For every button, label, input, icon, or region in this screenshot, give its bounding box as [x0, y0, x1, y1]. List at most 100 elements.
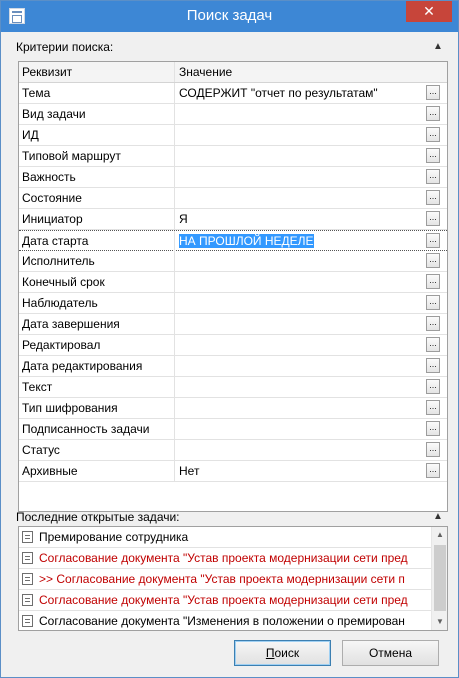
criteria-value-cell[interactable] [176, 293, 425, 313]
scroll-up-arrow-icon[interactable]: ▲ [432, 527, 447, 543]
criteria-name-cell[interactable]: Вид задачи [19, 104, 175, 124]
recent-task-item[interactable]: Согласование документа "Устав проекта мо… [19, 548, 431, 569]
ellipsis-button[interactable]: ... [426, 85, 440, 100]
criteria-value-cell[interactable] [176, 104, 425, 124]
criteria-row[interactable]: Тип шифрования... [19, 398, 447, 419]
criteria-value-cell[interactable] [176, 167, 425, 187]
recent-task-item[interactable]: Согласование документа "Устав проекта мо… [19, 590, 431, 611]
criteria-row[interactable]: Инициатор Я... [19, 209, 447, 230]
criteria-name-cell[interactable]: Тип шифрования [19, 398, 175, 418]
ellipsis-button[interactable]: ... [426, 127, 440, 142]
criteria-name-cell[interactable]: Наблюдатель [19, 293, 175, 313]
criteria-value-cell[interactable] [176, 335, 425, 355]
criteria-name-cell[interactable]: Конечный срок [19, 272, 175, 292]
criteria-name-cell[interactable]: Инициатор [19, 209, 175, 229]
criteria-row[interactable]: Дата старта НА ПРОШЛОЙ НЕДЕЛЕ... [19, 230, 447, 251]
criteria-name-cell[interactable]: Типовой маршрут [19, 146, 175, 166]
ellipsis-button[interactable]: ... [426, 211, 440, 226]
criteria-value-cell[interactable]: НА ПРОШЛОЙ НЕДЕЛЕ [176, 231, 425, 251]
criteria-row[interactable]: Типовой маршрут... [19, 146, 447, 167]
close-button[interactable]: ✕ [406, 1, 452, 22]
criteria-name-cell[interactable]: Подписанность задачи [19, 419, 175, 439]
ellipsis-button[interactable]: ... [426, 148, 440, 163]
criteria-name-cell[interactable]: Текст [19, 377, 175, 397]
ellipsis-button[interactable]: ... [426, 274, 440, 289]
criteria-value-cell[interactable]: СОДЕРЖИТ "отчет по результатам" [176, 83, 425, 103]
criteria-name-cell[interactable]: Архивные [19, 461, 175, 481]
criteria-header-label: Критерии поиска: [16, 40, 114, 54]
criteria-row[interactable]: Тема СОДЕРЖИТ "отчет по результатам"... [19, 83, 447, 104]
criteria-row[interactable]: Подписанность задачи... [19, 419, 447, 440]
criteria-name-cell[interactable]: ИД [19, 125, 175, 145]
criteria-value-cell[interactable] [176, 188, 425, 208]
column-header-name[interactable]: Реквизит [19, 62, 175, 82]
criteria-value-cell[interactable] [176, 314, 425, 334]
ellipsis-button[interactable]: ... [426, 379, 440, 394]
recent-task-item[interactable]: Премирование сотрудника [19, 527, 431, 548]
scroll-thumb[interactable] [434, 545, 446, 611]
ellipsis-button[interactable]: ... [426, 169, 440, 184]
criteria-row[interactable]: Важность... [19, 167, 447, 188]
criteria-row[interactable]: Состояние... [19, 188, 447, 209]
criteria-value-cell[interactable] [176, 251, 425, 271]
criteria-row[interactable]: Наблюдатель... [19, 293, 447, 314]
criteria-value-cell[interactable] [176, 419, 425, 439]
criteria-value-cell[interactable] [176, 440, 425, 460]
title-bar[interactable]: Поиск задач ✕ [1, 1, 458, 32]
chevron-up-icon[interactable]: ▲ [432, 508, 444, 526]
recent-list-scrollbar[interactable]: ▲ ▼ [431, 527, 447, 630]
criteria-value-cell[interactable] [176, 356, 425, 376]
criteria-value-cell[interactable]: Я [176, 209, 425, 229]
criteria-value-cell[interactable]: Нет [176, 461, 425, 481]
criteria-row[interactable]: Статус... [19, 440, 447, 461]
ellipsis-button[interactable]: ... [426, 316, 440, 331]
criteria-name-cell[interactable]: Редактировал [19, 335, 175, 355]
criteria-row[interactable]: Текст... [19, 377, 447, 398]
criteria-value-cell[interactable] [176, 146, 425, 166]
criteria-value-text: Нет [179, 464, 200, 478]
ellipsis-button[interactable]: ... [426, 442, 440, 457]
ellipsis-button[interactable]: ... [426, 295, 440, 310]
grid-header-row: Реквизит Значение [19, 62, 447, 83]
recent-header-label: Последние открытые задачи: [16, 510, 180, 524]
ellipsis-button[interactable]: ... [426, 463, 440, 478]
column-header-value[interactable]: Значение [176, 62, 425, 82]
ellipsis-button[interactable]: ... [426, 421, 440, 436]
chevron-up-icon[interactable]: ▲ [432, 38, 444, 56]
recent-task-item[interactable]: >> Согласование документа "Устав проекта… [19, 569, 431, 590]
criteria-row[interactable]: Исполнитель... [19, 251, 447, 272]
criteria-value-cell[interactable] [176, 398, 425, 418]
criteria-name-cell[interactable]: Дата редактирования [19, 356, 175, 376]
criteria-name-cell[interactable]: Важность [19, 167, 175, 187]
criteria-name-cell[interactable]: Статус [19, 440, 175, 460]
ellipsis-button[interactable]: ... [426, 337, 440, 352]
criteria-row[interactable]: Дата завершения... [19, 314, 447, 335]
criteria-row[interactable]: Конечный срок... [19, 272, 447, 293]
criteria-row[interactable]: Вид задачи... [19, 104, 447, 125]
criteria-value-cell[interactable] [176, 125, 425, 145]
criteria-row[interactable]: ИД... [19, 125, 447, 146]
criteria-name-cell[interactable]: Исполнитель [19, 251, 175, 271]
criteria-row[interactable]: Дата редактирования... [19, 356, 447, 377]
cancel-button[interactable]: Отмена [342, 640, 439, 666]
ellipsis-button[interactable]: ... [426, 190, 440, 205]
ellipsis-button[interactable]: ... [426, 106, 440, 121]
criteria-row[interactable]: Архивные Нет... [19, 461, 447, 482]
search-button[interactable]: Поиск [234, 640, 331, 666]
recent-group-header[interactable]: Последние открытые задачи: ▲ [10, 508, 450, 526]
scroll-down-arrow-icon[interactable]: ▼ [432, 614, 447, 630]
recent-task-item[interactable]: Согласование документа "Изменения в поло… [19, 611, 431, 630]
criteria-name-cell[interactable]: Дата старта [19, 231, 175, 251]
criteria-value-cell[interactable] [176, 272, 425, 292]
criteria-group-header[interactable]: Критерии поиска: ▲ [10, 38, 450, 56]
ellipsis-button[interactable]: ... [426, 233, 440, 248]
criteria-name-cell[interactable]: Состояние [19, 188, 175, 208]
ellipsis-button[interactable]: ... [426, 400, 440, 415]
recent-tasks-list: Премирование сотрудника Согласование доку… [18, 526, 448, 631]
criteria-value-cell[interactable] [176, 377, 425, 397]
criteria-name-cell[interactable]: Дата завершения [19, 314, 175, 334]
ellipsis-button[interactable]: ... [426, 253, 440, 268]
ellipsis-button[interactable]: ... [426, 358, 440, 373]
criteria-name-cell[interactable]: Тема [19, 83, 175, 103]
criteria-row[interactable]: Редактировал... [19, 335, 447, 356]
